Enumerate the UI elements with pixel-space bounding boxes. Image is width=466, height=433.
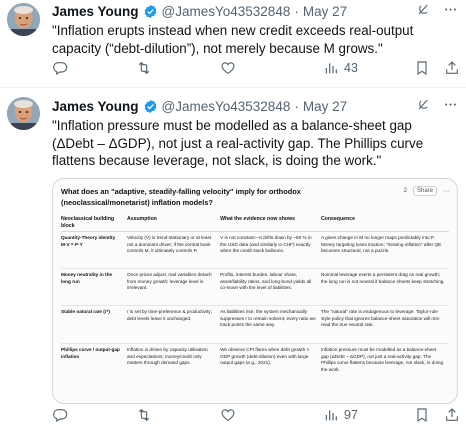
- table-cell: Nominal leverage exerts a persistent dra…: [320, 268, 449, 307]
- share-icon: [446, 61, 458, 74]
- verified-badge-icon: [144, 99, 156, 113]
- reply-button[interactable]: [52, 60, 68, 76]
- tweet-text: "Inflation erupts instead when new credi…: [52, 23, 414, 56]
- tweet-header: James Young @JamesYo43532848 · May 27: [52, 2, 458, 20]
- table-row: Phillips curve / output-gap inflation In…: [61, 344, 449, 390]
- table-header: What the evidence now shows: [220, 216, 321, 233]
- tweet-header: James Young @JamesYo43532848 · May 27: [52, 97, 458, 115]
- table-cell: Velocity (V) is trend-stationary or at l…: [126, 231, 221, 270]
- table-header: Consequence: [320, 216, 449, 233]
- share-button[interactable]: [444, 407, 460, 423]
- tweet-2[interactable]: James Young @JamesYo43532848 · May 27 "I…: [0, 88, 466, 433]
- views-count: 43: [344, 61, 358, 75]
- share-icon: [446, 408, 458, 421]
- bookmark-icon: [417, 408, 427, 423]
- grok-icon[interactable]: [416, 2, 431, 17]
- media-table: Neoclassical building block Assumption W…: [61, 216, 449, 390]
- author-handle[interactable]: @JamesYo43532848: [162, 4, 291, 19]
- separator: ·: [294, 98, 299, 114]
- media-more-icon: ⋯: [443, 188, 449, 195]
- media-share-chip: Share: [412, 186, 437, 196]
- views-button[interactable]: 97: [323, 407, 358, 423]
- grok-icon[interactable]: [416, 97, 431, 112]
- verified-badge-icon: [144, 4, 156, 18]
- media-toolbar: 2 Share ⋯: [404, 186, 449, 196]
- tweet-1[interactable]: James Young @JamesYo43532848 · May 27 "I…: [0, 0, 466, 88]
- table-cell: Money neutrality in the long run: [61, 268, 127, 307]
- bookmark-button[interactable]: [414, 60, 430, 76]
- media-count: 2: [403, 188, 407, 194]
- table-cell: r is set by time-preference & productivi…: [126, 305, 221, 345]
- share-button[interactable]: [444, 60, 460, 76]
- like-button[interactable]: [220, 407, 236, 423]
- avatar[interactable]: [7, 97, 40, 130]
- table-row: Money neutrality in the long run Once pr…: [61, 268, 449, 307]
- tweet-date[interactable]: May 27: [303, 4, 347, 19]
- author-name[interactable]: James Young: [52, 4, 139, 19]
- retweet-button[interactable]: [136, 407, 152, 423]
- views-icon: [325, 63, 337, 74]
- table-cell: A given change in M no longer maps predi…: [320, 231, 449, 270]
- table-row: Quantity-Theory identity M·V = P·Y Veloc…: [61, 231, 449, 270]
- reply-icon: [53, 409, 68, 423]
- retweet-icon: [138, 408, 150, 422]
- tweet-media-image[interactable]: What does an "adaptive, steadily-falling…: [52, 178, 458, 404]
- reply-icon: [53, 62, 68, 76]
- table-cell: Inflation is driven by capacity utilisat…: [126, 347, 208, 366]
- table-row: Stable natural rate (r*) r is set by tim…: [61, 305, 449, 345]
- like-icon: [221, 409, 235, 422]
- tweet-date[interactable]: May 27: [303, 99, 347, 114]
- tweet-actions: 43: [52, 60, 460, 78]
- tweet-actions: 97: [52, 407, 460, 425]
- avatar[interactable]: [7, 3, 40, 36]
- reply-button[interactable]: [52, 407, 68, 423]
- views-button[interactable]: 43: [323, 60, 358, 76]
- like-icon: [221, 62, 235, 75]
- table-cell: Inflation pressure must be modelled as a…: [320, 347, 444, 372]
- retweet-button[interactable]: [136, 60, 152, 76]
- table-cell: The “natural” rate is endogenous to leve…: [320, 305, 449, 345]
- bookmark-icon: [417, 61, 427, 76]
- table-cell: V is not constant—it drifts down by ~50 …: [220, 231, 321, 270]
- media-question: What does an "adaptive, steadily-falling…: [61, 187, 301, 207]
- table-cell: Once prices adjust, real variables detac…: [126, 268, 221, 307]
- author-name[interactable]: James Young: [52, 99, 139, 114]
- more-icon[interactable]: [443, 97, 458, 112]
- table-cell: As liabilities rise, the system mechanic…: [220, 305, 321, 345]
- retweet-icon: [138, 61, 150, 75]
- views-count: 97: [344, 408, 358, 422]
- table-header: Assumption: [126, 216, 221, 233]
- table-header: Neoclassical building block: [61, 216, 127, 233]
- more-icon[interactable]: [443, 2, 458, 17]
- table-cell: Stable natural rate (r*): [61, 305, 127, 345]
- table-cell: We observe CPI flares when debt growth >…: [220, 347, 310, 366]
- like-button[interactable]: [220, 60, 236, 76]
- bookmark-button[interactable]: [414, 407, 430, 423]
- views-icon: [325, 410, 337, 421]
- table-cell: Profits, interest burden, labour share, …: [220, 268, 321, 307]
- table-cell: Phillips curve / output-gap inflation: [61, 347, 120, 359]
- author-handle[interactable]: @JamesYo43532848: [162, 99, 291, 114]
- table-cell: Quantity-Theory identity M·V = P·Y: [61, 231, 127, 270]
- tweet-text: "Inflation pressure must be modelled as …: [52, 118, 424, 168]
- separator: ·: [294, 3, 299, 19]
